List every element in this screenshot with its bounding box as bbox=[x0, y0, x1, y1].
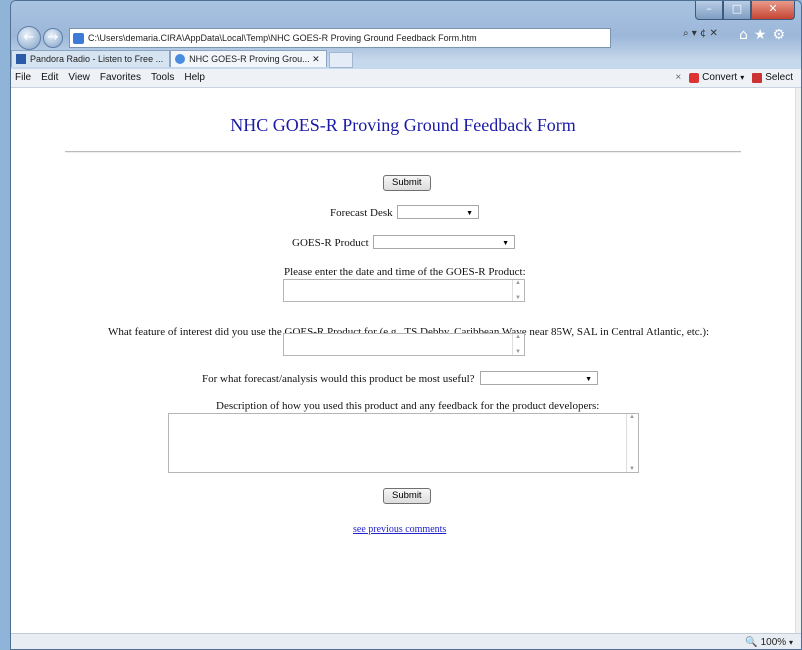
page-content: NHC GOES-R Proving Ground Feedback Form … bbox=[11, 88, 795, 633]
ie-page-icon bbox=[175, 54, 186, 64]
textarea-scrollbar[interactable]: ▲ ▼ bbox=[512, 280, 524, 301]
textarea-scrollbar[interactable]: ▲ ▼ bbox=[512, 334, 524, 355]
usefulness-label: For what forecast/analysis would this pr… bbox=[202, 373, 475, 385]
dropdown-arrow-icon: ▾ bbox=[740, 73, 745, 82]
minimize-icon[interactable]: – bbox=[695, 1, 723, 20]
page-title: NHC GOES-R Proving Ground Feedback Form bbox=[230, 115, 576, 135]
zoom-level: 100% bbox=[760, 637, 787, 648]
zoom-icon: 🔍 bbox=[745, 637, 758, 648]
goes-product-select[interactable]: ▼ bbox=[373, 235, 515, 249]
address-actions[interactable]: ⌕ ▾ ¢ ✕ bbox=[683, 28, 718, 39]
horizontal-divider bbox=[65, 151, 741, 153]
tab-strip: Pandora Radio - Listen to Free ... NHC G… bbox=[11, 50, 353, 68]
address-bar[interactable]: C:\Users\demaria.CIRA\AppData\Local\Temp… bbox=[69, 28, 611, 48]
tab-label: NHC GOES-R Proving Grou... ✕ bbox=[189, 54, 320, 64]
back-arrow-icon[interactable]: ← bbox=[17, 26, 41, 50]
datetime-label: Please enter the date and time of the GO… bbox=[284, 266, 526, 278]
toolbar-icons: ⌂★⚙ bbox=[739, 27, 791, 43]
page-icon bbox=[73, 32, 84, 44]
menu-help[interactable]: Help bbox=[184, 72, 205, 83]
datetime-textarea[interactable]: ▲ ▼ bbox=[283, 279, 525, 302]
textarea-scrollbar[interactable]: ▲ ▼ bbox=[626, 414, 638, 472]
home-icon[interactable]: ⌂ bbox=[739, 27, 754, 43]
convert-button[interactable]: Convert ▾ bbox=[689, 72, 744, 83]
convert-label: Convert bbox=[702, 72, 738, 83]
close-window-icon[interactable]: ✕ bbox=[751, 1, 795, 20]
favorites-star-icon[interactable]: ★ bbox=[754, 27, 773, 43]
goes-product-label: GOES-R Product bbox=[292, 237, 369, 249]
menu-file[interactable]: File bbox=[15, 72, 31, 83]
menu-favorites[interactable]: Favorites bbox=[100, 72, 141, 83]
close-icon[interactable]: × bbox=[675, 72, 681, 83]
dropdown-arrow-icon: ▼ bbox=[585, 375, 592, 383]
description-label: Description of how you used this product… bbox=[216, 400, 600, 412]
address-text: C:\Users\demaria.CIRA\AppData\Local\Temp… bbox=[88, 33, 477, 43]
dropdown-arrow-icon: ▼ bbox=[466, 209, 473, 217]
dropdown-arrow-icon: ▾ bbox=[788, 638, 793, 647]
page-scrollbar[interactable] bbox=[795, 88, 801, 633]
new-tab-button[interactable] bbox=[328, 52, 353, 68]
select-label: Select bbox=[765, 72, 793, 83]
tab-pandora[interactable]: Pandora Radio - Listen to Free ... bbox=[11, 50, 171, 67]
pandora-icon bbox=[16, 54, 26, 64]
description-textarea[interactable]: ▲ ▼ bbox=[168, 413, 639, 473]
menu-edit[interactable]: Edit bbox=[41, 72, 58, 83]
menu-tools[interactable]: Tools bbox=[151, 72, 174, 83]
submit-button-bottom[interactable]: Submit bbox=[383, 488, 431, 504]
menu-view[interactable]: View bbox=[68, 72, 90, 83]
window-controls: – □ ✕ bbox=[695, 1, 795, 21]
feature-textarea[interactable]: ▲ ▼ bbox=[283, 333, 525, 356]
select-icon bbox=[752, 72, 763, 83]
title-bar: – □ ✕ ← → C:\Users\demaria.CIRA\AppData\… bbox=[11, 1, 801, 68]
convert-icon bbox=[689, 72, 700, 83]
select-button[interactable]: Select bbox=[752, 72, 793, 83]
usefulness-select[interactable]: ▼ bbox=[480, 371, 598, 385]
tab-label: Pandora Radio - Listen to Free ... bbox=[30, 54, 164, 64]
dropdown-arrow-icon: ▼ bbox=[502, 239, 509, 247]
status-bar: 🔍 100% ▾ bbox=[11, 633, 801, 649]
gear-icon[interactable]: ⚙ bbox=[772, 27, 791, 43]
browser-window: – □ ✕ ← → C:\Users\demaria.CIRA\AppData\… bbox=[10, 0, 802, 650]
submit-button-top[interactable]: Submit bbox=[383, 175, 431, 191]
maximize-icon[interactable]: □ bbox=[723, 1, 751, 20]
see-previous-comments-link[interactable]: see previous comments bbox=[353, 524, 446, 535]
forecast-desk-select[interactable]: ▼ bbox=[397, 205, 479, 219]
menu-bar: File Edit View Favorites Tools Help × Co… bbox=[11, 69, 801, 88]
tab-feedback-form[interactable]: NHC GOES-R Proving Grou... ✕ bbox=[170, 50, 327, 67]
forward-arrow-icon[interactable]: → bbox=[43, 28, 63, 48]
forecast-desk-label: Forecast Desk bbox=[330, 207, 393, 219]
zoom-control[interactable]: 🔍 100% ▾ bbox=[745, 637, 793, 648]
